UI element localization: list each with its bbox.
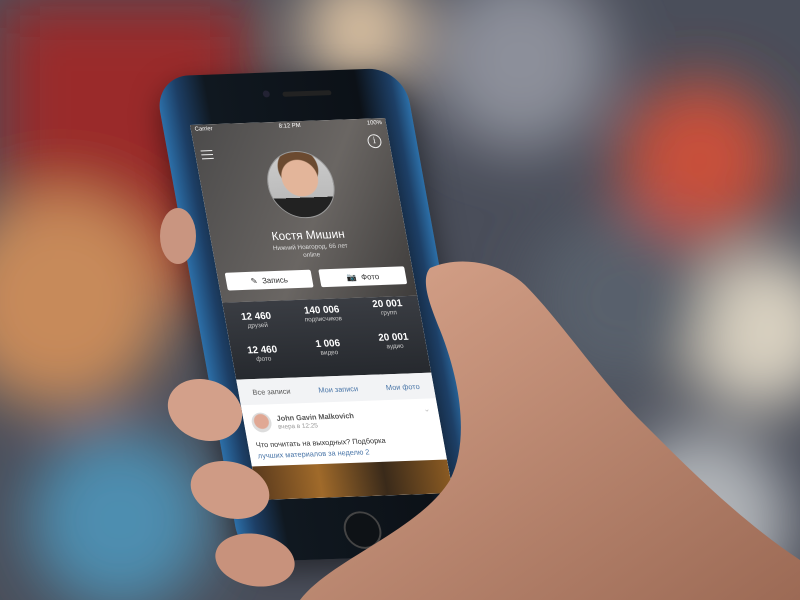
hand xyxy=(160,208,800,600)
